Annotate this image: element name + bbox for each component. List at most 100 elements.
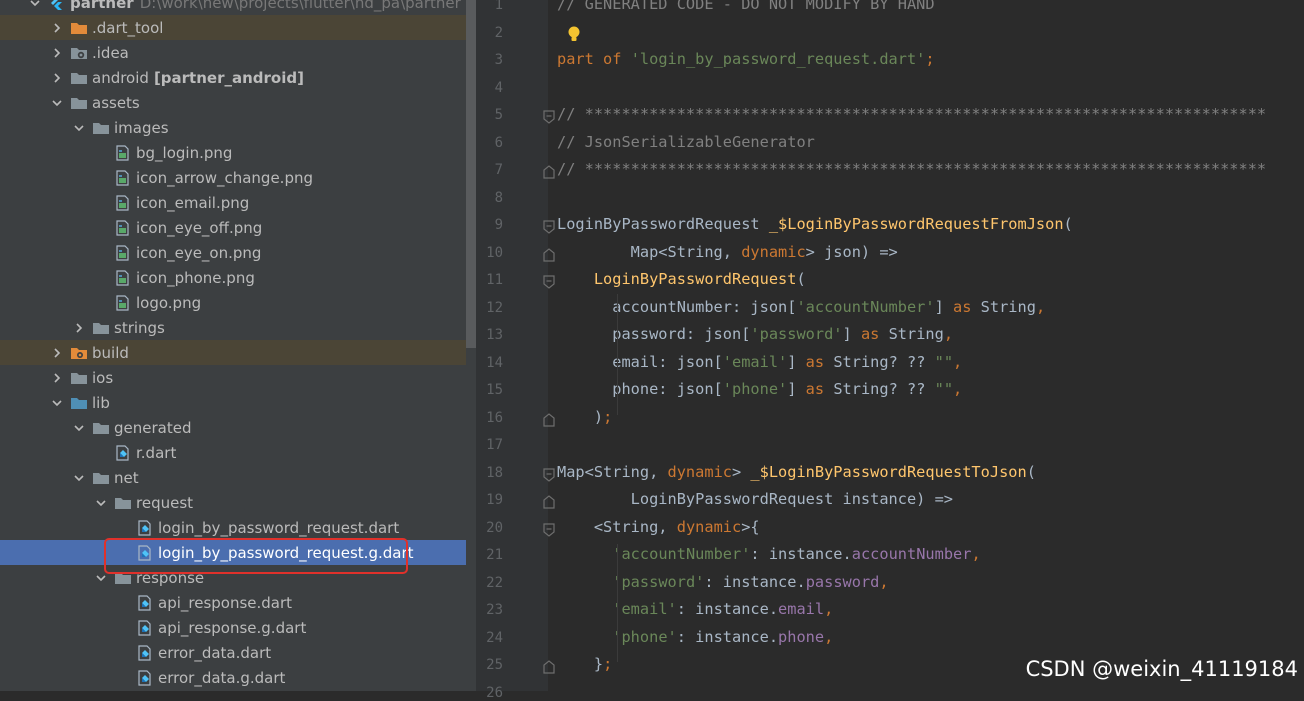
chevron-right-icon[interactable] <box>50 371 64 385</box>
tree-item-label: partner <box>70 0 134 12</box>
tree-file-item[interactable]: api_response.dart <box>0 590 466 615</box>
tree-folder-item[interactable]: ios <box>0 365 466 390</box>
tree-file-item[interactable]: icon_email.png <box>0 190 466 215</box>
line-number: 11 <box>486 272 503 288</box>
tree-folder-item[interactable]: .idea <box>0 40 466 65</box>
tree-folder-item[interactable]: net <box>0 465 466 490</box>
tree-item-label: .idea <box>92 43 129 62</box>
fold-end-icon[interactable] <box>543 659 555 674</box>
code-line: LoginByPasswordRequest _$LoginByPassword… <box>557 215 1073 233</box>
line-number: 4 <box>494 79 503 96</box>
build-folder-icon <box>70 345 88 361</box>
fold-start-icon[interactable] <box>543 522 555 537</box>
dart-file-icon <box>136 669 154 686</box>
line-number: 17 <box>486 437 503 453</box>
tree-folder-item[interactable]: lib <box>0 390 466 415</box>
fold-end-icon[interactable] <box>543 247 555 262</box>
line-number: 21 <box>486 547 503 563</box>
image-file-icon <box>114 244 132 261</box>
chevron-down-icon[interactable] <box>94 496 108 510</box>
code-line: }; <box>557 655 613 673</box>
tree-folder-item[interactable]: android [partner_android] <box>0 65 466 90</box>
line-number: 5 <box>494 107 503 123</box>
tree-folder-item[interactable]: partner D:\work\new\projects\flutter\nd_p… <box>0 0 466 15</box>
tree-file-item[interactable]: bg_login.png <box>0 140 466 165</box>
tree-folder-item[interactable]: images <box>0 115 466 140</box>
dart-file-icon <box>136 644 154 661</box>
fold-start-icon[interactable] <box>543 109 555 124</box>
line-number: 23 <box>486 602 503 618</box>
tree-item-label: android <box>92 68 149 87</box>
chevron-down-icon[interactable] <box>50 96 64 110</box>
tree-file-item[interactable]: icon_eye_off.png <box>0 215 466 240</box>
code-line: // *************************************… <box>557 105 1267 123</box>
project-tree-panel: partner D:\work\new\projects\flutter\nd_p… <box>0 0 476 691</box>
fold-end-icon[interactable] <box>543 494 555 509</box>
tree-file-item[interactable]: icon_phone.png <box>0 265 466 290</box>
dart-file-icon <box>136 594 154 611</box>
folder-icon <box>92 320 110 336</box>
tree-file-item[interactable]: api_response.g.dart <box>0 615 466 640</box>
chevron-down-icon[interactable] <box>28 0 42 10</box>
tree-item-label: api_response.dart <box>158 593 293 612</box>
tree-item-label: bg_login.png <box>136 143 233 162</box>
line-number: 25 <box>486 657 503 673</box>
tree-item-label: logo.png <box>136 293 202 312</box>
line-number: 16 <box>486 409 503 426</box>
line-number: 1 <box>494 0 503 13</box>
tree-file-item[interactable]: icon_eye_on.png <box>0 240 466 265</box>
chevron-right-icon[interactable] <box>50 346 64 360</box>
fold-start-icon[interactable] <box>543 467 555 482</box>
tree-item-label: .dart_tool <box>92 18 164 37</box>
tree-item-label: images <box>114 118 169 137</box>
image-file-icon <box>114 269 132 286</box>
tree-file-item[interactable]: r.dart <box>0 440 466 465</box>
lightbulb-icon[interactable] <box>567 25 581 43</box>
tree-folder-item[interactable]: build <box>0 340 466 365</box>
fold-start-icon[interactable] <box>543 274 555 289</box>
chevron-down-icon[interactable] <box>72 471 86 485</box>
tree-file-item[interactable]: icon_arrow_change.png <box>0 165 466 190</box>
tree-file-item[interactable]: error_data.g.dart <box>0 665 466 690</box>
tree-folder-item[interactable]: request <box>0 490 466 515</box>
dart-file-icon <box>136 519 154 536</box>
tree-file-item[interactable]: login_by_password_request.dart <box>0 515 466 540</box>
chevron-right-icon[interactable] <box>50 71 64 85</box>
tree-folder-item[interactable]: strings <box>0 315 466 340</box>
image-file-icon <box>114 144 132 161</box>
fold-end-icon[interactable] <box>543 412 555 427</box>
folder-icon <box>70 370 88 386</box>
line-number: 20 <box>486 519 503 536</box>
tree-folder-item[interactable]: .dart_tool <box>0 15 466 40</box>
tree-file-item[interactable]: error_data.dart <box>0 640 466 665</box>
chevron-down-icon[interactable] <box>72 121 86 135</box>
line-number: 12 <box>486 299 503 316</box>
chevron-right-icon[interactable] <box>50 46 64 60</box>
line-number: 18 <box>486 464 503 481</box>
tree-folder-item[interactable]: generated <box>0 415 466 440</box>
tree-scrollbar[interactable] <box>466 0 476 348</box>
chevron-down-icon[interactable] <box>50 396 64 410</box>
chevron-right-icon[interactable] <box>50 21 64 35</box>
code-editor[interactable]: 1 2 3 4 5 6 7 8 9 10 11 12 13 14 15 16 17 18 19 20 21 22 23 24 2… <box>476 0 1304 701</box>
tree-item-label: lib <box>92 393 110 412</box>
fold-start-icon[interactable] <box>543 219 555 234</box>
fold-end-icon[interactable] <box>543 164 555 179</box>
tree-file-item[interactable]: logo.png <box>0 290 466 315</box>
tree-folder-item[interactable]: assets <box>0 90 466 115</box>
chevron-down-icon[interactable] <box>72 421 86 435</box>
excluded-folder-icon <box>70 20 88 36</box>
line-number: 9 <box>494 217 503 233</box>
code-line: <String, dynamic>{ <box>557 517 760 536</box>
chevron-right-icon[interactable] <box>72 321 86 335</box>
line-number: 7 <box>494 162 503 178</box>
